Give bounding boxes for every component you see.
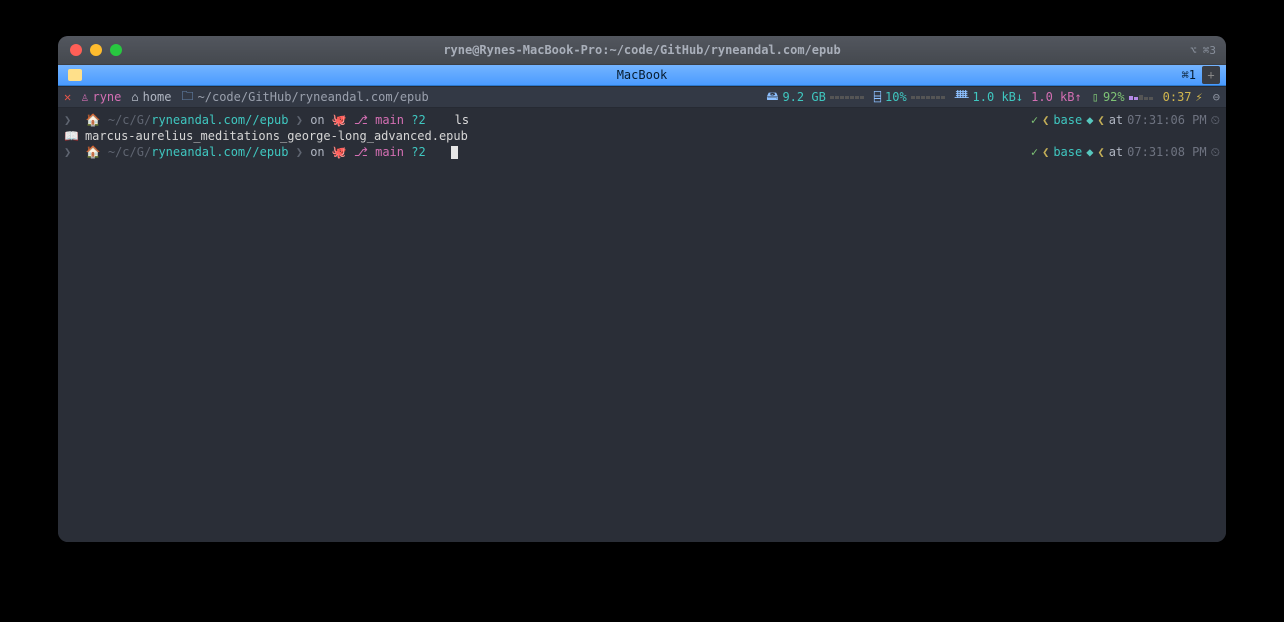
maximize-window-button[interactable] bbox=[110, 44, 122, 56]
tab-label: MacBook bbox=[617, 68, 668, 82]
clock-icon: ⏲ bbox=[1211, 144, 1220, 160]
tab-shortcut: ⌘1 bbox=[1182, 68, 1196, 82]
cpu-icon: ⌸ bbox=[874, 90, 881, 104]
disk-spark bbox=[830, 96, 864, 99]
check-icon: ✓ bbox=[1031, 112, 1038, 128]
prompt-line-2: ❯ 🏠 ~/c/G/ryneandal.com//epub ❯ on 🐙 ⎇ m… bbox=[64, 144, 1220, 160]
disk-value: 9.2 GB bbox=[782, 90, 825, 104]
cpu-value: 10% bbox=[885, 90, 907, 104]
git-branch: main bbox=[375, 112, 404, 128]
minimize-window-button[interactable] bbox=[90, 44, 102, 56]
at-label: at bbox=[1109, 112, 1123, 128]
folder-icon: 🗀 bbox=[182, 87, 194, 108]
git-branch: main bbox=[375, 144, 404, 160]
titlebar-shortcut-sym: ⌥ bbox=[1190, 44, 1197, 57]
branch-icon: ⎇ bbox=[347, 112, 375, 128]
git-icon: 🐙 bbox=[332, 144, 347, 160]
conda-env: base bbox=[1053, 112, 1082, 128]
command-text: ls bbox=[455, 112, 469, 128]
git-status: ?2 bbox=[411, 144, 425, 160]
diamond-icon: ◆ bbox=[1086, 112, 1093, 128]
user-icon: ♙ bbox=[81, 90, 88, 104]
status-battery: ▯ 92% bbox=[1092, 90, 1153, 104]
new-tab-button[interactable]: + bbox=[1202, 66, 1220, 84]
check-icon: ✓ bbox=[1031, 144, 1038, 160]
status-close-button[interactable]: ✕ bbox=[64, 90, 71, 104]
timestamp-2: 07:31:08 PM bbox=[1127, 144, 1206, 160]
path-hi: ryneandal.com bbox=[151, 112, 245, 128]
battery-icon: ▯ bbox=[1092, 90, 1099, 104]
bolt-icon: ⚡ bbox=[1196, 90, 1203, 104]
cpu-spark bbox=[911, 96, 945, 99]
file-icon: 📖 bbox=[64, 128, 79, 144]
on-label: on bbox=[310, 144, 324, 160]
net-down: 1.0 kB↓ bbox=[973, 90, 1024, 104]
home-icon: ⌂ bbox=[131, 90, 138, 104]
angle-l: ❮ bbox=[1042, 144, 1049, 160]
status-home[interactable]: ⌂ home bbox=[131, 90, 171, 104]
terminal-body[interactable]: ❯ 🏠 ~/c/G/ryneandal.com//epub ❯ on 🐙 ⎇ m… bbox=[58, 108, 1226, 542]
cursor bbox=[451, 146, 458, 159]
diamond-icon: ◆ bbox=[1086, 144, 1093, 160]
filename: marcus-aurelius_meditations_george-long_… bbox=[85, 128, 468, 144]
path-pre: ~/c/G/ bbox=[108, 112, 151, 128]
window-title: ryne@Rynes-MacBook-Pro:~/code/GitHub/ryn… bbox=[58, 43, 1226, 57]
output-line: 📖 marcus-aurelius_meditations_george-lon… bbox=[64, 128, 1220, 144]
clock-icon: ⏲ bbox=[1211, 112, 1220, 128]
angle-r: ❮ bbox=[1097, 112, 1104, 128]
angle-r: ❮ bbox=[1097, 144, 1104, 160]
path-text: ~/code/GitHub/ryneandal.com/epub bbox=[198, 90, 429, 104]
titlebar[interactable]: ryne@Rynes-MacBook-Pro:~/code/GitHub/ryn… bbox=[58, 36, 1226, 65]
titlebar-shortcut: ⌘3 bbox=[1203, 44, 1216, 57]
status-cpu: ⌸ 10% bbox=[874, 90, 945, 104]
git-icon: 🐙 bbox=[332, 112, 347, 128]
close-window-button[interactable] bbox=[70, 44, 82, 56]
clock-value: 0:37 bbox=[1163, 90, 1192, 104]
status-clock: 0:37 ⚡ bbox=[1163, 90, 1203, 104]
prompt-line-1: ❯ 🏠 ~/c/G/ryneandal.com//epub ❯ on 🐙 ⎇ m… bbox=[64, 112, 1220, 128]
disk-icon: 🖴 bbox=[766, 87, 778, 108]
path-hi: ryneandal.com bbox=[151, 144, 245, 160]
timestamp-1: 07:31:06 PM bbox=[1127, 112, 1206, 128]
terminal-window: ryne@Rynes-MacBook-Pro:~/code/GitHub/ryn… bbox=[58, 36, 1226, 542]
angle-l: ❮ bbox=[1042, 112, 1049, 128]
branch-icon: ⎇ bbox=[347, 144, 375, 160]
tab-title[interactable]: MacBook bbox=[58, 68, 1226, 82]
path-pre: ~/c/G/ bbox=[108, 144, 151, 160]
home-label: home bbox=[143, 90, 172, 104]
status-bar: ✕ ♙ ryne ⌂ home 🗀 ~/code/GitHub/ryneanda… bbox=[58, 86, 1226, 108]
net-icon: ᚙ bbox=[955, 90, 969, 104]
on-label: on bbox=[310, 112, 324, 128]
battery-value: 92% bbox=[1103, 90, 1125, 104]
status-user: ♙ ryne bbox=[81, 90, 121, 104]
net-up: 1.0 kB↑ bbox=[1031, 90, 1082, 104]
path-post: /epub bbox=[252, 112, 288, 128]
bat-spark bbox=[1129, 95, 1153, 100]
tab-bar: MacBook ⌘1 + bbox=[58, 65, 1226, 86]
git-status: ?2 bbox=[411, 112, 425, 128]
traffic-lights bbox=[58, 44, 122, 56]
at-label: at bbox=[1109, 144, 1123, 160]
status-disk: 🖴 9.2 GB bbox=[766, 87, 863, 108]
path-post: /epub bbox=[252, 144, 288, 160]
user-name: ryne bbox=[92, 90, 121, 104]
status-net: ᚙ 1.0 kB↓ 1.0 kB↑ bbox=[955, 90, 1082, 104]
status-path[interactable]: 🗀 ~/code/GitHub/ryneandal.com/epub bbox=[182, 87, 429, 108]
conda-env: base bbox=[1053, 144, 1082, 160]
status-menu-button[interactable]: ⊖ bbox=[1213, 90, 1220, 104]
